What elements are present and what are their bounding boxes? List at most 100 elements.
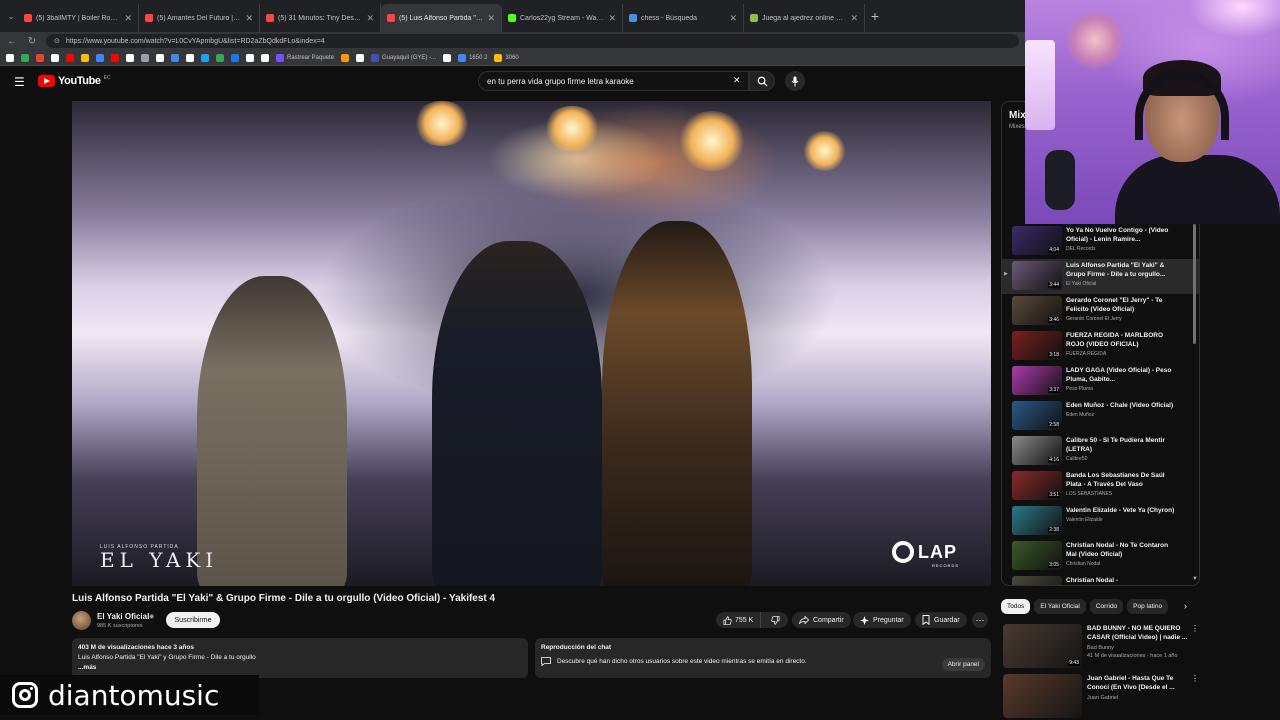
- close-icon[interactable]: ✕: [366, 13, 374, 24]
- video-thumbnail[interactable]: 4:16: [1012, 436, 1062, 465]
- bookmark-item[interactable]: [4, 53, 16, 62]
- scroll-down-icon[interactable]: ▼: [1192, 576, 1198, 582]
- channel-name[interactable]: El Yaki Oficial: [97, 612, 149, 621]
- hamburger-icon[interactable]: ☰: [14, 75, 25, 89]
- bookmark-item[interactable]: [19, 53, 31, 62]
- bookmark-item[interactable]: [199, 53, 211, 62]
- video-thumbnail[interactable]: 2:58: [1012, 401, 1062, 430]
- search-input[interactable]: en tu perra vida grupo firme letra karao…: [478, 71, 749, 91]
- address-bar[interactable]: ⊙ https://www.youtube.com/watch?v=L0CvYA…: [46, 34, 1019, 48]
- playlist-item[interactable]: 2:38 Valentin Elizalde - Vete Ya (Chyron)…: [1002, 504, 1199, 539]
- browser-tab[interactable]: Juega al ajedrez online GRATIS - A✕: [744, 4, 865, 32]
- ask-button[interactable]: Preguntar: [853, 612, 911, 628]
- playlist-item[interactable]: 3:46 Gerardo Coronel "El Jerry" - Te Feli…: [1002, 294, 1199, 329]
- browser-tab[interactable]: (5) Luis Alfonso Partida "El Yaki" ✕: [381, 4, 502, 32]
- close-icon[interactable]: ✕: [124, 13, 132, 24]
- like-button[interactable]: 755 K: [716, 612, 762, 628]
- bookmark-item[interactable]: Guayaquil (GYE) -...: [369, 53, 438, 62]
- browser-tab[interactable]: chess - Búsqueda ✕: [623, 4, 744, 32]
- video-thumbnail[interactable]: 3:44: [1012, 261, 1062, 290]
- mix-subtitle: Mixes: [1009, 124, 1025, 130]
- channel-avatar[interactable]: [72, 611, 91, 630]
- bookmark-item[interactable]: 3060: [492, 53, 520, 62]
- bookmark-item[interactable]: [139, 53, 151, 62]
- playlist-item[interactable]: 2:58 Eden Muñoz - Chale (Video Oficial) Ed…: [1002, 399, 1199, 434]
- browser-tab[interactable]: (5) 3ballMTY | Boiler Room SYSTE✕: [18, 4, 139, 32]
- bookmark-item[interactable]: [441, 53, 453, 62]
- video-thumbnail[interactable]: 2:38: [1012, 506, 1062, 535]
- close-icon[interactable]: ✕: [850, 13, 858, 24]
- bookmark-item[interactable]: [79, 53, 91, 62]
- video-player[interactable]: LUIS ALFONSO PARTIDA EL YAKI LAP RECORDS: [72, 101, 991, 586]
- bookmark-item[interactable]: [229, 53, 241, 62]
- playlist-scrollbar[interactable]: [1193, 224, 1196, 344]
- bookmark-item[interactable]: [124, 53, 136, 62]
- playlist-item[interactable]: 3:51 Banda Los Sebastianes De Saúl Plata …: [1002, 469, 1199, 504]
- back-icon[interactable]: ←: [6, 36, 18, 47]
- video-thumbnail[interactable]: 3:51: [1012, 471, 1062, 500]
- youtube-logo[interactable]: YouTube EC: [38, 75, 111, 87]
- filter-chip[interactable]: Corrido: [1089, 598, 1124, 614]
- description-box[interactable]: 403 M de visualizaciones hace 3 años Lui…: [72, 638, 528, 678]
- close-icon[interactable]: ✕: [487, 13, 495, 24]
- bookmark-item[interactable]: [34, 53, 46, 62]
- tab-search-button[interactable]: ⌄: [4, 12, 18, 21]
- bookmark-item[interactable]: [154, 53, 166, 62]
- open-panel-button[interactable]: Abrir panel: [941, 658, 985, 671]
- playlist-item[interactable]: 3:37 LADY GAGA (Video Oficial) - Peso Plu…: [1002, 364, 1199, 399]
- bookmark-item[interactable]: 1650 2: [456, 53, 489, 62]
- bookmark-item[interactable]: [184, 53, 196, 62]
- close-icon[interactable]: ✕: [729, 13, 737, 24]
- video-thumbnail[interactable]: 3:05: [1012, 541, 1062, 570]
- close-icon[interactable]: ✕: [733, 75, 741, 86]
- recommended-item[interactable]: Juan Gabriel - Hasta Que Te Conocí (En V…: [1003, 674, 1200, 720]
- filter-chip[interactable]: El Yaki Oficial: [1034, 598, 1086, 614]
- more-vertical-icon[interactable]: ⋯: [972, 612, 988, 628]
- playlist-item[interactable]: 3:18 FUERZA REGIDA - MARLBORO ROJO (VIDEO…: [1002, 329, 1199, 364]
- recommended-item[interactable]: 9:43 BAD BUNNY - NO ME QUIERO CASAR (Offi…: [1003, 624, 1200, 670]
- filter-chip[interactable]: Pop latino: [1127, 598, 1169, 614]
- playlist-item[interactable]: 4:04 Yo Ya No Vuelvo Contigo - (Video Ofi…: [1002, 224, 1199, 259]
- video-thumbnail[interactable]: 9:43: [1003, 624, 1082, 668]
- playlist-item[interactable]: ▶ 3:44 Luis Alfonso Partida "El Yaki" & Gr…: [1002, 259, 1199, 294]
- dislike-button[interactable]: [765, 615, 786, 625]
- video-thumbnail[interactable]: 3:37: [1012, 366, 1062, 395]
- bookmark-item[interactable]: [109, 53, 121, 62]
- video-thumbnail[interactable]: 3:46: [1012, 296, 1062, 325]
- close-icon[interactable]: ✕: [245, 13, 253, 24]
- subscribe-button[interactable]: Suscribirme: [166, 612, 220, 628]
- browser-tab[interactable]: (5) Amantes Del Futuro | Boiler Ro ✕: [139, 4, 260, 32]
- voice-search-button[interactable]: [785, 71, 805, 91]
- browser-tab[interactable]: Carlos22yg Stream - Watch Li ✕: [502, 4, 623, 32]
- playlist-item[interactable]: 4:16 Calibre 50 - Si Te Pudiera Mentir (L…: [1002, 434, 1199, 469]
- chevron-right-icon[interactable]: ›: [1184, 601, 1187, 611]
- video-thumbnail[interactable]: 4:04: [1012, 226, 1062, 255]
- reload-icon[interactable]: ↻: [26, 36, 38, 47]
- bookmark-item[interactable]: [354, 53, 366, 62]
- bookmark-item[interactable]: Rastrear Paquete: [274, 53, 336, 62]
- more-vertical-icon[interactable]: ⋮: [1191, 674, 1199, 683]
- search-button[interactable]: [749, 71, 775, 91]
- bookmark-item[interactable]: [259, 53, 271, 62]
- site-info-icon[interactable]: ⊙: [54, 37, 60, 45]
- share-button[interactable]: Compartir: [792, 612, 851, 628]
- bookmark-item[interactable]: [94, 53, 106, 62]
- new-tab-button[interactable]: +: [865, 8, 885, 24]
- more-vertical-icon[interactable]: ⋮: [1191, 624, 1199, 633]
- close-icon[interactable]: ✕: [608, 13, 616, 24]
- bookmark-item[interactable]: [64, 53, 76, 62]
- bookmark-item[interactable]: [244, 53, 256, 62]
- bookmark-item[interactable]: [169, 53, 181, 62]
- show-more-link[interactable]: ...más: [78, 664, 522, 671]
- video-thumbnail[interactable]: [1003, 674, 1082, 718]
- playlist-item[interactable]: 3:05 Christian Nodal - No Te Contaron Mal…: [1002, 539, 1199, 574]
- filter-chip[interactable]: Todos: [1001, 598, 1031, 614]
- video-thumbnail[interactable]: [1012, 576, 1062, 585]
- video-thumbnail[interactable]: 3:18: [1012, 331, 1062, 360]
- browser-tab[interactable]: (5) 31 Minutos: Tiny Desk Concert ✕: [260, 4, 381, 32]
- save-button[interactable]: Guardar: [915, 612, 967, 628]
- bookmark-item[interactable]: [49, 53, 61, 62]
- bookmark-item[interactable]: [214, 53, 226, 62]
- playlist-item[interactable]: Christian Nodal -: [1002, 574, 1199, 585]
- bookmark-item[interactable]: [339, 53, 351, 62]
